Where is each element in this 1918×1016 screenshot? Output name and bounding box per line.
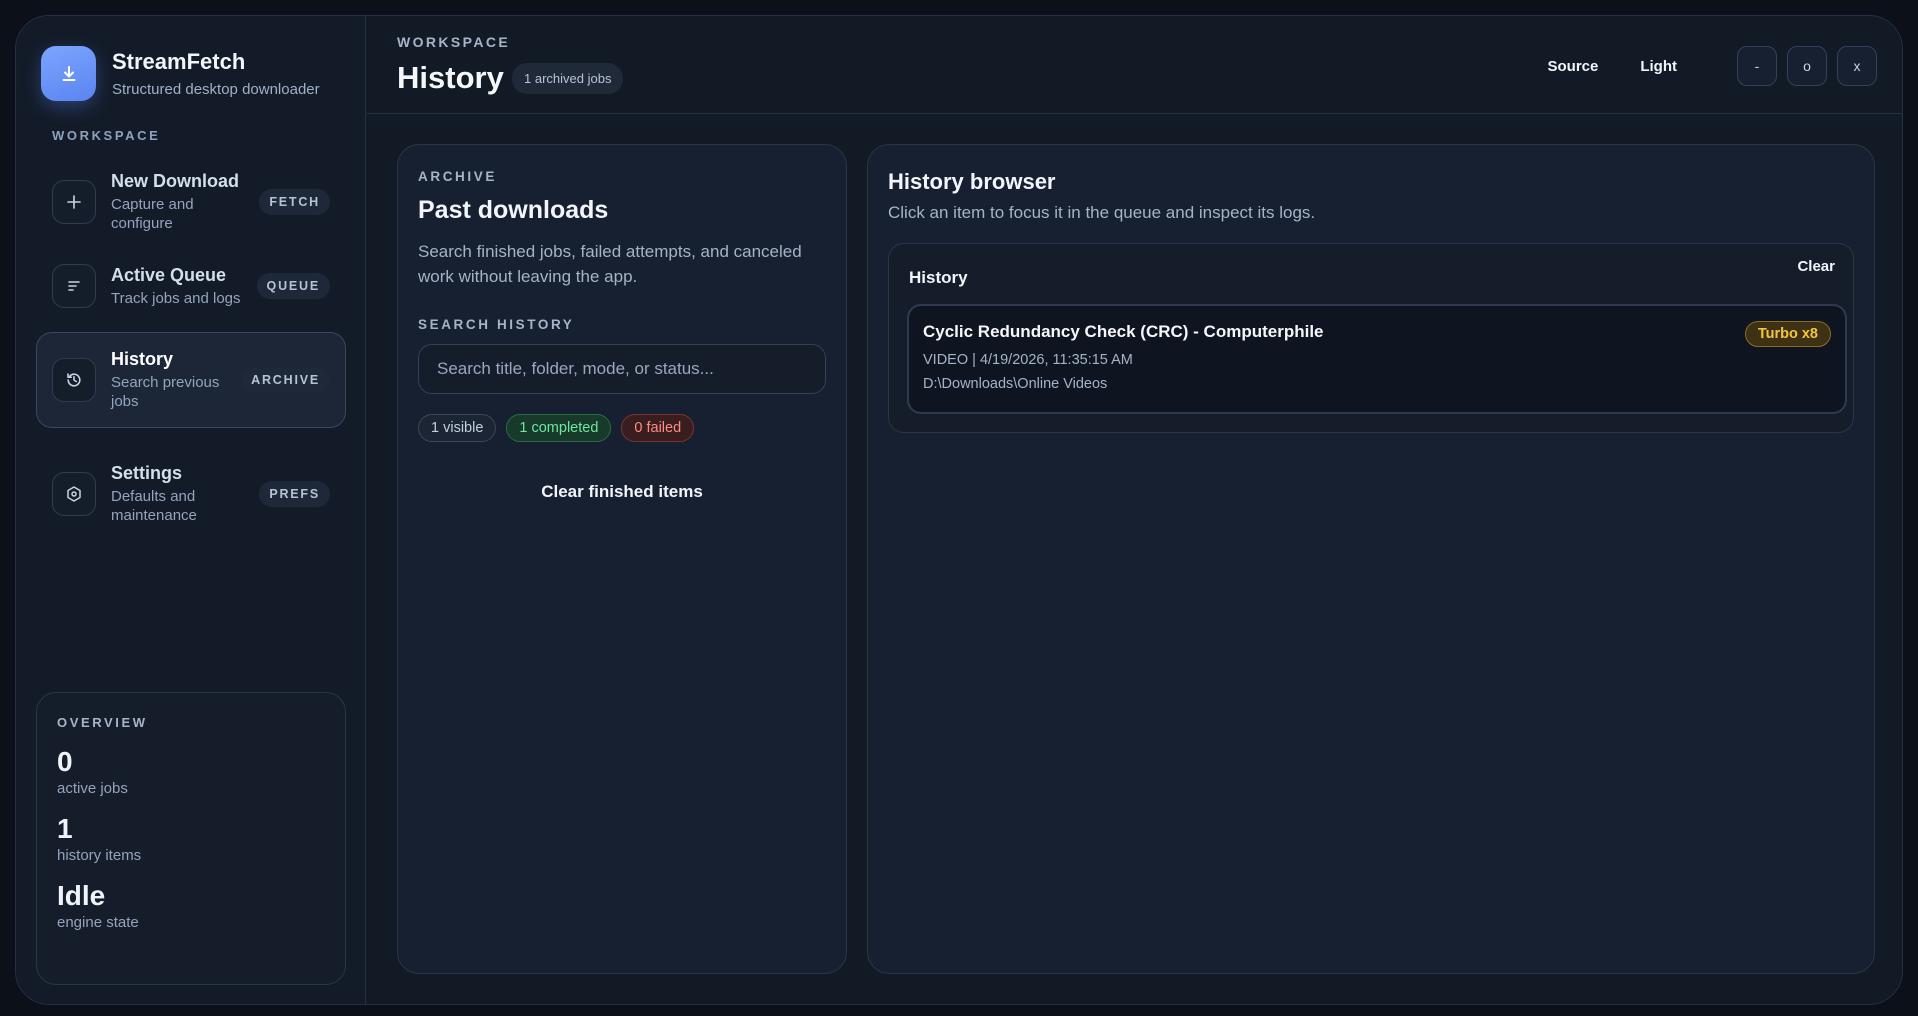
sidebar-item-badge: QUEUE [256, 273, 330, 299]
clear-history-button[interactable]: Clear [1797, 258, 1835, 275]
overview-card: OVERVIEW 0 active jobs 1 history items I… [36, 692, 346, 985]
sidebar-item-subtitle: Capture and configure [111, 196, 194, 232]
stat-value: 1 [57, 813, 73, 844]
stat-value: Idle [57, 880, 106, 911]
stat-label: engine state [57, 914, 139, 931]
history-search-input[interactable] [418, 344, 826, 394]
sidebar-item-history[interactable]: History Search previous jobs ARCHIVE [36, 332, 346, 428]
sidebar-item-settings[interactable]: Settings Defaults and maintenance PREFS [36, 450, 346, 538]
list-icon [52, 264, 96, 308]
plus-icon [52, 180, 96, 224]
source-button[interactable]: Source [1547, 58, 1598, 75]
page-header: WORKSPACE History 1 archived jobs Source… [367, 16, 1902, 114]
history-list: History Clear Cyclic Redundancy Check (C… [888, 243, 1854, 433]
close-button[interactable]: x [1837, 46, 1877, 86]
sidebar-section-label: WORKSPACE [52, 128, 161, 143]
sidebar-item-subtitle: Defaults and maintenance [111, 488, 197, 524]
sidebar-item-active-queue[interactable]: Active Queue Track jobs and logs QUEUE [36, 247, 346, 325]
search-label: SEARCH HISTORY [418, 317, 575, 332]
history-browser-panel: History browser Click an item to focus i… [867, 144, 1875, 974]
sidebar-item-badge: FETCH [259, 189, 330, 215]
sidebar-item-subtitle: Track jobs and logs [111, 289, 241, 307]
stat-value: 0 [57, 746, 73, 777]
archive-panel: ARCHIVE Past downloads Search finished j… [397, 144, 847, 974]
clear-finished-button[interactable]: Clear finished items [418, 482, 826, 502]
archived-count-badge: 1 archived jobs [512, 63, 624, 94]
maximize-button[interactable]: o [1787, 46, 1827, 86]
app-subtitle: Structured desktop downloader [112, 81, 320, 98]
history-item[interactable]: Cyclic Redundancy Check (CRC) - Computer… [907, 304, 1847, 414]
sidebar-item-new-download[interactable]: New Download Capture and configure FETCH [36, 163, 346, 241]
status-chips: 1 visible 1 completed 0 failed [418, 414, 826, 442]
theme-toggle-button[interactable]: Light [1640, 58, 1677, 75]
sidebar-item-title: New Download [111, 171, 240, 191]
sidebar-item-title: Settings [111, 463, 183, 483]
archive-description: Search finished jobs, failed attempts, a… [418, 242, 802, 286]
page-title: History [397, 60, 504, 95]
header-actions: Source Light - o x [1547, 46, 1877, 86]
history-item-meta: VIDEO | 4/19/2026, 11:35:15 AM [923, 352, 1133, 368]
main-area: WORKSPACE History 1 archived jobs Source… [367, 16, 1902, 1004]
sidebar: StreamFetch Structured desktop downloade… [16, 16, 366, 1004]
sidebar-item-title: Active Queue [111, 264, 227, 285]
history-item-path: D:\Downloads\Online Videos [923, 376, 1108, 392]
turbo-badge: Turbo x8 [1744, 321, 1831, 347]
sidebar-item-badge: PREFS [259, 481, 330, 507]
app-name: StreamFetch [112, 49, 246, 74]
settings-icon [52, 472, 96, 516]
app-window: StreamFetch Structured desktop downloade… [15, 15, 1903, 1005]
stat-label: history items [57, 847, 142, 864]
history-browser-title: History browser [888, 169, 1056, 194]
stat-label: active jobs [57, 780, 128, 797]
download-icon [41, 46, 96, 101]
history-icon [52, 358, 96, 402]
stat-history-items: 1 history items [57, 813, 325, 864]
sidebar-item-subtitle: Search previous jobs [111, 374, 220, 410]
history-list-title: History [909, 268, 968, 287]
minimize-button[interactable]: - [1737, 46, 1777, 86]
failed-count-chip: 0 failed [621, 414, 695, 442]
stat-active-jobs: 0 active jobs [57, 746, 325, 797]
overview-label: OVERVIEW [57, 715, 148, 730]
visible-count-chip: 1 visible [418, 414, 497, 442]
sidebar-item-title: History [111, 349, 174, 369]
completed-count-chip: 1 completed [506, 414, 612, 442]
header-eyebrow: WORKSPACE [397, 34, 511, 50]
sidebar-item-badge: ARCHIVE [241, 367, 330, 393]
history-browser-description: Click an item to focus it in the queue a… [888, 203, 1316, 222]
history-item-title: Cyclic Redundancy Check (CRC) - Computer… [923, 322, 1324, 341]
stat-engine-state: Idle engine state [57, 880, 325, 931]
archive-eyebrow: ARCHIVE [418, 169, 497, 184]
archive-title: Past downloads [418, 196, 609, 224]
brand: StreamFetch Structured desktop downloade… [41, 46, 320, 101]
